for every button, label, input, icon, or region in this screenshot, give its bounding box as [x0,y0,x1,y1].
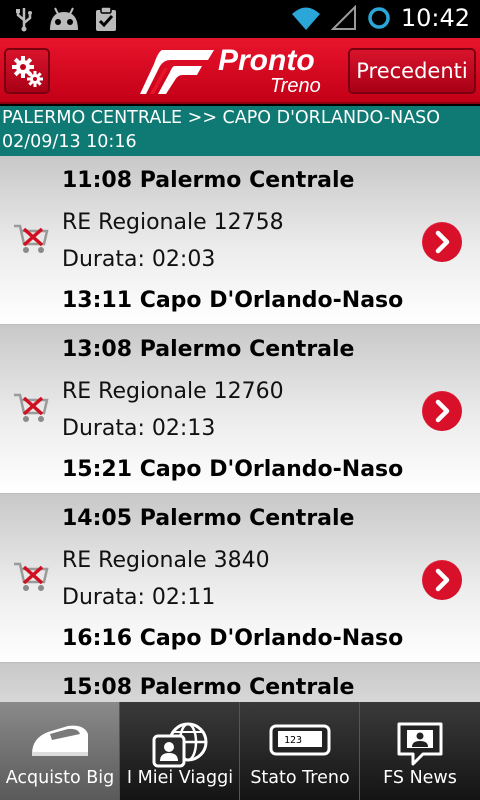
app-header: Pronto Treno Precedenti [0,38,480,104]
usb-icon [16,8,32,32]
wifi-icon [291,7,320,30]
duration: Durata: 02:03 [62,247,216,272]
tab-miei-viaggi[interactable]: I Miei Viaggi [120,702,240,800]
fs-logo-icon [140,50,214,94]
departure: 15:08 Palermo Centrale [62,675,355,700]
tab-fs-news[interactable]: FS News [360,702,480,800]
chevron-right-icon[interactable] [422,391,462,431]
cart-unavailable-icon [14,562,49,591]
departure: 13:08 Palermo Centrale [62,337,355,362]
bottom-tab-bar: Acquisto Big I Miei Viaggi 123 Stato Tre… [0,702,480,800]
status-bar: 10:42 [0,0,480,38]
train-number-icon: 123 [269,724,331,756]
cart-unavailable-icon [14,224,49,253]
list-item[interactable]: 11:08 Palermo Centrale RE Regionale 1275… [0,156,480,325]
duration: Durata: 02:13 [62,416,216,441]
settings-button[interactable] [4,48,50,94]
cell-signal-icon [330,5,356,30]
tab-label: Stato Treno [250,768,350,788]
clock-time: 10:42 [400,4,470,32]
clipboard-check-icon [96,6,116,31]
arrival: 15:21 Capo D'Orlando-Naso [62,457,404,482]
route-stations: PALERMO CENTRALE >> CAPO D'ORLANDO-NASO [2,108,441,128]
departure: 14:05 Palermo Centrale [62,506,355,531]
train-number-text: 123 [284,735,302,746]
globe-profile-icon [152,722,208,768]
gears-icon [12,56,43,87]
duration: Durata: 02:11 [62,585,216,610]
sync-ring-icon [368,7,390,29]
arrival: 16:16 Capo D'Orlando-Naso [62,626,404,651]
previous-button[interactable]: Precedenti [348,48,476,94]
list-item[interactable]: 13:08 Palermo Centrale RE Regionale 1276… [0,325,480,494]
chevron-right-icon[interactable] [422,560,462,600]
train-name: RE Regionale 12760 [62,379,284,404]
tab-acquisto[interactable]: Acquisto Big [0,702,120,800]
logo-title: Pronto [218,44,315,77]
list-item[interactable]: 14:05 Palermo Centrale RE Regionale 3840… [0,494,480,663]
train-name: RE Regionale 3840 [62,548,270,573]
arrival: 13:11 Capo D'Orlando-Naso [62,288,404,313]
pronto-treno-logo: Pronto Treno [140,44,340,100]
tab-label: I Miei Viaggi [126,768,234,788]
news-chat-icon [397,722,443,766]
cart-unavailable-icon [14,393,49,422]
android-debug-icon [50,7,78,30]
tab-label: Acquisto Big [5,768,115,788]
list-item[interactable]: 15:08 Palermo Centrale [0,663,480,702]
tab-label: FS News [383,768,457,788]
route-datetime: 02/09/13 10:16 [2,132,137,152]
train-icon [32,725,88,756]
departure: 11:08 Palermo Centrale [62,168,355,193]
tab-stato-treno[interactable]: 123 Stato Treno [240,702,360,800]
logo-subtitle: Treno [270,75,321,97]
chevron-right-icon[interactable] [422,222,462,262]
train-name: RE Regionale 12758 [62,210,284,235]
results-list[interactable]: 11:08 Palermo Centrale RE Regionale 1275… [0,156,480,702]
route-banner: PALERMO CENTRALE >> CAPO D'ORLANDO-NASO … [0,106,480,156]
